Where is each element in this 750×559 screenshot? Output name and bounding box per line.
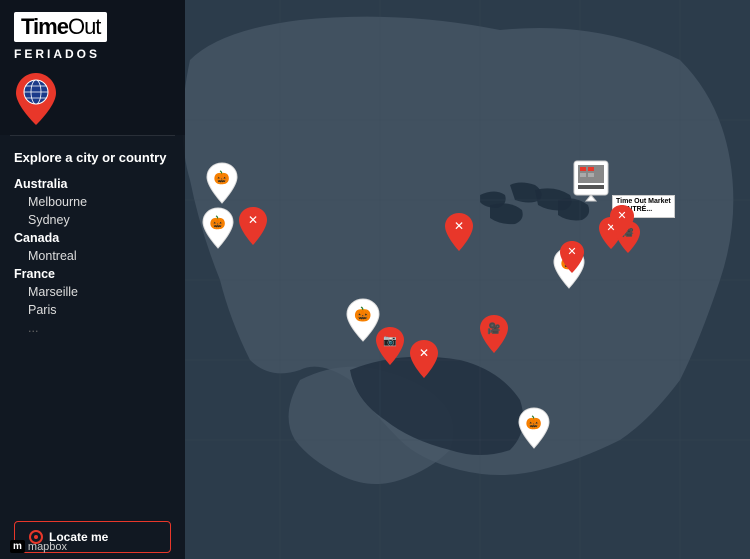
sidebar: TimeOut FERIADOS Explore a city or count… xyxy=(0,0,185,559)
country-france[interactable]: France xyxy=(14,265,171,283)
marker-pumpkin-2[interactable]: 🎃 xyxy=(201,206,235,255)
svg-text:✕: ✕ xyxy=(248,213,258,227)
mapbox-watermark: m mapbox xyxy=(10,540,67,553)
svg-text:🎥: 🎥 xyxy=(487,322,501,335)
mapbox-m-icon: m xyxy=(10,540,25,553)
marker-fork-2[interactable]: ✕ xyxy=(443,211,475,258)
feriados-label: FERIADOS xyxy=(14,45,171,63)
city-more[interactable]: ... xyxy=(14,319,171,337)
marker-fork-7[interactable]: ✕ xyxy=(408,338,440,385)
svg-text:📷: 📷 xyxy=(383,335,397,347)
svg-text:🎃: 🎃 xyxy=(354,306,372,322)
marker-fork-5[interactable]: ✕ xyxy=(558,239,586,280)
city-paris[interactable]: Paris xyxy=(14,301,171,319)
marker-pumpkin-1[interactable]: 🎃 xyxy=(205,161,239,210)
svg-text:✕: ✕ xyxy=(567,246,576,258)
city-melbourne[interactable]: Melbourne xyxy=(14,193,171,211)
svg-text:🎃: 🎃 xyxy=(210,215,226,230)
timeout-logo-text: TimeOut xyxy=(21,16,100,38)
city-sydney[interactable]: Sydney xyxy=(14,211,171,229)
svg-text:✕: ✕ xyxy=(617,210,626,222)
country-australia[interactable]: Australia xyxy=(14,175,171,193)
timeout-logo-box: TimeOut xyxy=(14,12,107,42)
explore-title: Explore a city or country xyxy=(14,150,171,165)
marker-fork-6[interactable]: ✕ xyxy=(608,203,636,244)
country-canada[interactable]: Canada xyxy=(14,229,171,247)
marker-pumpkin-5[interactable]: 🎃 xyxy=(517,406,551,455)
mapbox-label: mapbox xyxy=(28,541,67,553)
svg-text:✕: ✕ xyxy=(454,219,464,233)
svg-text:✕: ✕ xyxy=(419,346,429,360)
city-marseille[interactable]: Marseille xyxy=(14,283,171,301)
marker-fork-1[interactable]: ✕ xyxy=(237,205,269,252)
svg-text:🎃: 🎃 xyxy=(214,170,230,185)
marker-tom[interactable]: Time Out Market MONTRÉ... xyxy=(572,159,610,212)
map-pin-logo xyxy=(14,71,58,127)
logo-area: TimeOut FERIADOS xyxy=(0,0,185,135)
explore-section: Explore a city or country Australia Melb… xyxy=(0,136,185,511)
city-montreal[interactable]: Montreal xyxy=(14,247,171,265)
marker-fork-8[interactable]: 🎥 xyxy=(478,313,510,360)
marker-camera[interactable]: 📷 xyxy=(374,325,406,372)
svg-text:🎃: 🎃 xyxy=(526,415,542,430)
